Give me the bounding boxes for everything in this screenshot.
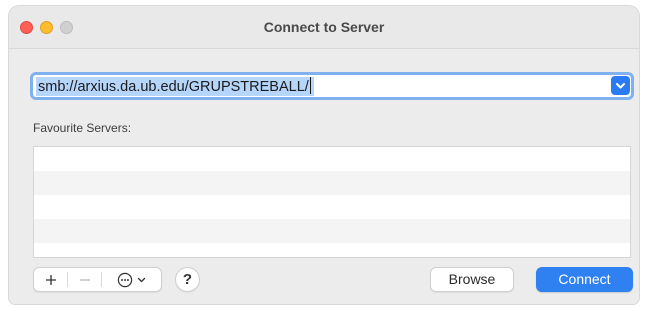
connect-button[interactable]: Connect: [536, 267, 633, 292]
list-row: [34, 219, 630, 243]
server-address-field[interactable]: smb://arxius.da.ub.edu/GRUPSTREBALL/: [36, 77, 314, 96]
minus-icon: [79, 278, 90, 281]
favourite-servers-label: Favourite Servers:: [33, 121, 132, 135]
remove-favourite-button[interactable]: [68, 268, 101, 291]
more-actions-menu-button[interactable]: [102, 268, 161, 291]
plus-icon: [45, 274, 56, 285]
browse-button[interactable]: Browse: [430, 267, 514, 292]
favourites-segmented-control: [33, 267, 162, 292]
chevron-down-icon: [137, 277, 146, 282]
text-caret: [309, 77, 311, 94]
help-button[interactable]: ?: [175, 267, 200, 292]
list-row: [34, 147, 630, 171]
ellipsis-circle-icon: [117, 272, 133, 287]
list-row: [34, 195, 630, 219]
favourite-servers-list[interactable]: [33, 146, 631, 258]
list-row: [34, 171, 630, 195]
add-favourite-button[interactable]: [34, 268, 67, 291]
server-address-value: smb://arxius.da.ub.edu/GRUPSTREBALL/: [38, 79, 309, 95]
chevron-down-icon: [616, 82, 625, 88]
server-address-combobox[interactable]: smb://arxius.da.ub.edu/GRUPSTREBALL/: [30, 72, 634, 100]
connect-to-server-window: Connect to Server smb://arxius.da.ub.edu…: [9, 6, 639, 304]
recent-servers-dropdown-button[interactable]: [611, 76, 630, 95]
title-bar: Connect to Server: [9, 6, 639, 49]
window-title: Connect to Server: [263, 19, 385, 35]
